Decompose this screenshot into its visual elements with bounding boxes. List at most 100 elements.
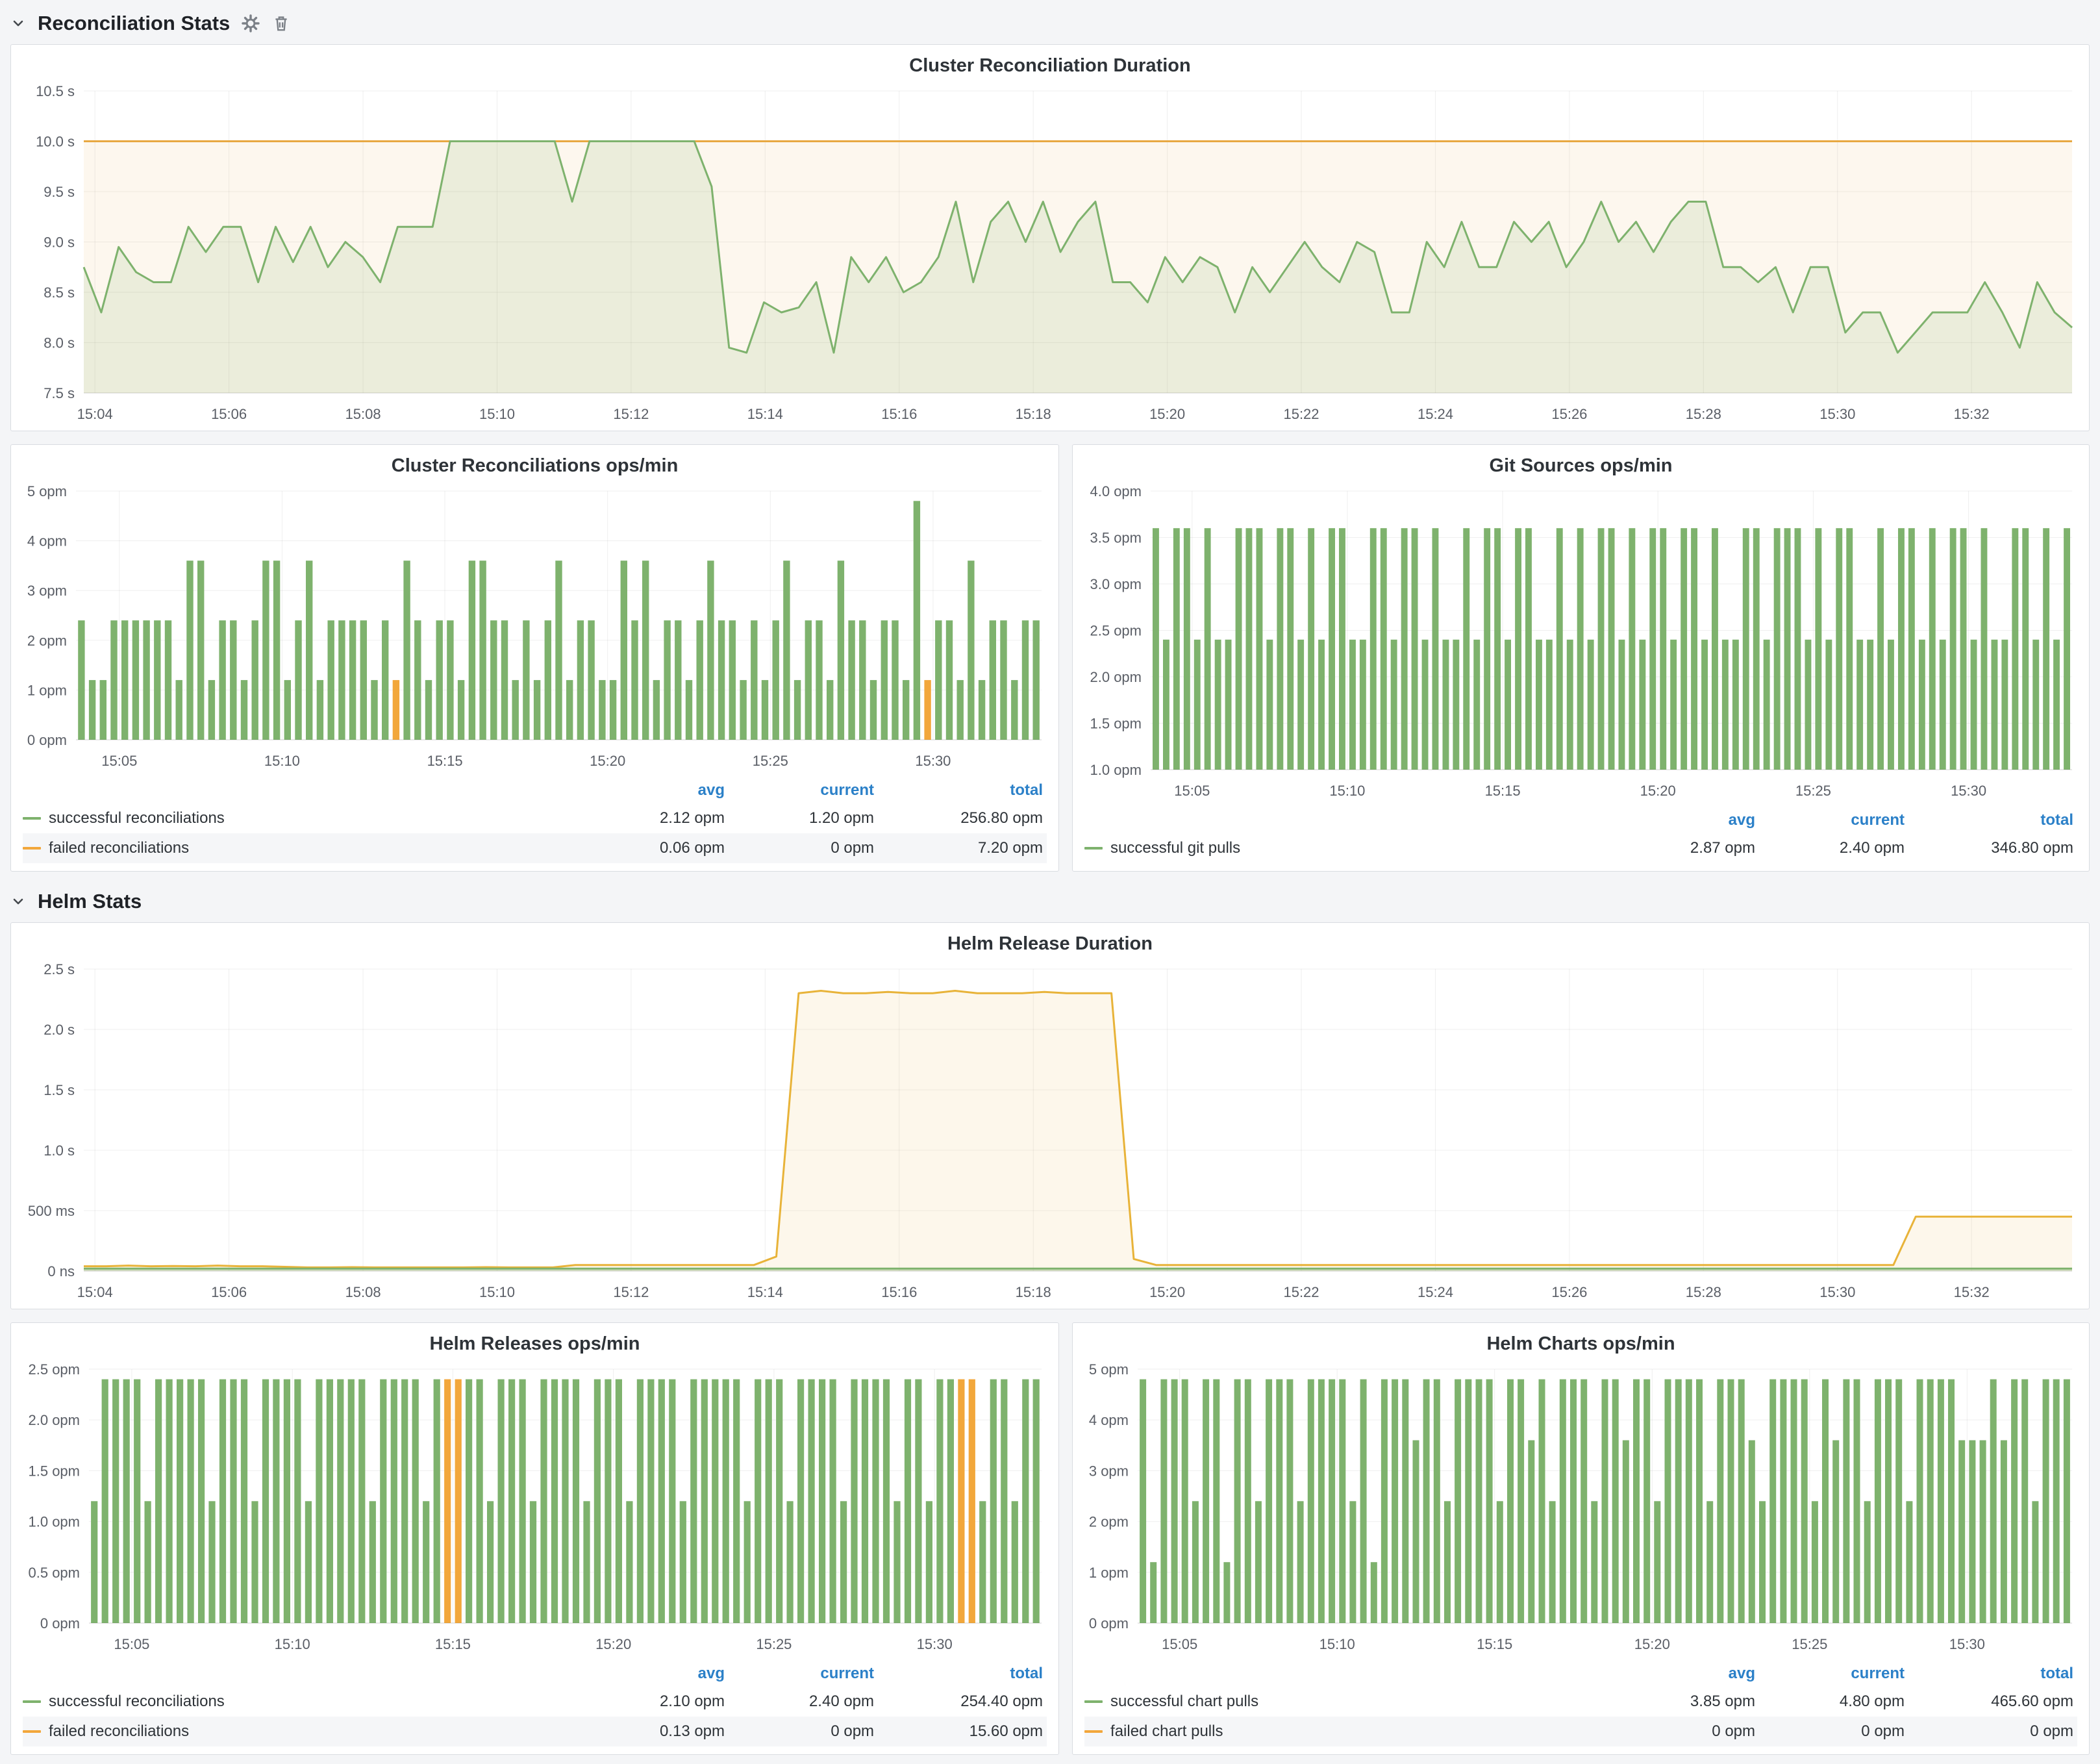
svg-text:2 opm: 2 opm xyxy=(27,633,67,649)
legend-series-name[interactable]: successful reconciliations xyxy=(23,1693,579,1711)
svg-text:9.0 s: 9.0 s xyxy=(44,234,75,251)
svg-text:15:26: 15:26 xyxy=(1551,1284,1587,1300)
legend-series-name[interactable]: successful chart pulls xyxy=(1084,1693,1610,1711)
svg-text:15:20: 15:20 xyxy=(1640,783,1676,799)
legend-value: 4.80 opm xyxy=(1759,1693,1908,1711)
panel-title[interactable]: Cluster Reconciliations ops/min xyxy=(11,445,1058,479)
svg-text:15:30: 15:30 xyxy=(915,753,951,769)
legend-sort-current[interactable]: current xyxy=(1759,1665,1908,1683)
legend-row: failed reconciliations0.13 opm0 opm15.60… xyxy=(23,1717,1047,1746)
svg-text:3.5 opm: 3.5 opm xyxy=(1090,530,1142,546)
legend-series-name[interactable]: failed reconciliations xyxy=(23,839,579,857)
legend-header-row: avgcurrenttotal xyxy=(1084,1661,2077,1687)
legend-row: successful reconciliations2.10 opm2.40 o… xyxy=(23,1687,1047,1717)
panel-title[interactable]: Helm Releases ops/min xyxy=(11,1323,1058,1357)
cluster-reconciliations-chart[interactable]: 0 opm1 opm2 opm3 opm4 opm5 opm15:0515:10… xyxy=(11,479,1058,777)
svg-text:15:32: 15:32 xyxy=(1954,1284,1990,1300)
legend-value: 0 opm xyxy=(1759,1722,1908,1741)
svg-text:15:08: 15:08 xyxy=(345,1284,381,1300)
svg-text:8.0 s: 8.0 s xyxy=(44,335,75,351)
legend-header-row: avgcurrenttotal xyxy=(23,777,1047,803)
legend-value: 256.80 opm xyxy=(878,809,1047,827)
panel-title[interactable]: Cluster Reconciliation Duration xyxy=(11,45,2089,79)
svg-text:15:20: 15:20 xyxy=(1634,1636,1670,1652)
svg-text:15:25: 15:25 xyxy=(753,753,788,769)
legend-value: 0.06 opm xyxy=(579,839,729,857)
series-color-swatch xyxy=(23,847,41,850)
series-color-swatch xyxy=(23,1700,41,1703)
svg-text:1 opm: 1 opm xyxy=(27,682,67,698)
legend-series-name[interactable]: failed reconciliations xyxy=(23,1722,579,1741)
section-title[interactable]: Helm Stats xyxy=(38,890,142,913)
legend-value: 254.40 opm xyxy=(878,1693,1047,1711)
svg-text:0 opm: 0 opm xyxy=(27,732,67,748)
svg-text:15:24: 15:24 xyxy=(1418,1284,1453,1300)
chevron-down-icon[interactable] xyxy=(10,16,26,31)
legend-sort-avg[interactable]: avg xyxy=(1610,1665,1759,1683)
legend-sort-avg[interactable]: avg xyxy=(1610,811,1759,829)
svg-text:1.0 opm: 1.0 opm xyxy=(1090,762,1142,778)
section-title[interactable]: Reconciliation Stats xyxy=(38,12,230,35)
section-header-helm-stats[interactable]: Helm Stats xyxy=(10,885,2090,918)
svg-text:10.5 s: 10.5 s xyxy=(36,83,75,99)
panel-helm-releases-opm: Helm Releases ops/min 0 opm0.5 opm1.0 op… xyxy=(10,1322,1059,1755)
svg-text:15:30: 15:30 xyxy=(1819,406,1855,422)
chevron-down-icon[interactable] xyxy=(10,894,26,909)
section-header-reconciliation-stats[interactable]: Reconciliation Stats xyxy=(10,6,2090,40)
svg-text:1.5 opm: 1.5 opm xyxy=(29,1463,81,1479)
trash-icon[interactable] xyxy=(271,14,291,33)
cluster-reconciliations-legend: avgcurrenttotal successful reconciliation… xyxy=(11,777,1058,871)
series-color-swatch xyxy=(1084,1700,1103,1703)
svg-text:15:26: 15:26 xyxy=(1551,406,1587,422)
helm-charts-chart[interactable]: 0 opm1 opm2 opm3 opm4 opm5 opm15:0515:10… xyxy=(1073,1357,2089,1661)
svg-text:15:15: 15:15 xyxy=(427,753,463,769)
gear-icon[interactable] xyxy=(240,13,261,34)
panel-title[interactable]: Helm Release Duration xyxy=(11,923,2089,957)
legend-sort-total[interactable]: total xyxy=(878,781,1047,800)
legend-sort-total[interactable]: total xyxy=(1908,1665,2077,1683)
helm-releases-chart[interactable]: 0 opm0.5 opm1.0 opm1.5 opm2.0 opm2.5 opm… xyxy=(11,1357,1058,1661)
legend-sort-total[interactable]: total xyxy=(1908,811,2077,829)
legend-sort-total[interactable]: total xyxy=(878,1665,1047,1683)
svg-text:15:20: 15:20 xyxy=(595,1636,631,1652)
svg-text:15:25: 15:25 xyxy=(1795,783,1831,799)
legend-series-name[interactable]: successful reconciliations xyxy=(23,809,579,827)
legend-sort-avg[interactable]: avg xyxy=(579,1665,729,1683)
panel-cluster-reconciliation-duration: Cluster Reconciliation Duration 7.5 s8.0… xyxy=(10,44,2090,431)
panel-helm-release-duration: Helm Release Duration 0 ns500 ms1.0 s1.5… xyxy=(10,922,2090,1309)
svg-text:15:18: 15:18 xyxy=(1016,406,1051,422)
svg-text:15:30: 15:30 xyxy=(917,1636,953,1652)
panel-title[interactable]: Git Sources ops/min xyxy=(1073,445,2089,479)
svg-text:0 opm: 0 opm xyxy=(1089,1615,1129,1632)
svg-text:15:25: 15:25 xyxy=(1792,1636,1827,1652)
legend-series-name[interactable]: failed chart pulls xyxy=(1084,1722,1610,1741)
svg-text:2.0 opm: 2.0 opm xyxy=(1090,669,1142,685)
svg-text:15:30: 15:30 xyxy=(1949,1636,1985,1652)
svg-text:15:06: 15:06 xyxy=(211,1284,247,1300)
svg-text:15:24: 15:24 xyxy=(1418,406,1453,422)
legend-sort-current[interactable]: current xyxy=(729,781,878,800)
panel-title[interactable]: Helm Charts ops/min xyxy=(1073,1323,2089,1357)
legend-series-name[interactable]: successful git pulls xyxy=(1084,839,1610,857)
dashboard: Reconciliation Stats Cluster Reconciliat xyxy=(0,0,2100,1763)
legend-sort-current[interactable]: current xyxy=(1759,811,1908,829)
svg-text:8.5 s: 8.5 s xyxy=(44,284,75,301)
helm-release-duration-chart[interactable]: 0 ns500 ms1.0 s1.5 s2.0 s2.5 s15:0415:06… xyxy=(11,957,2089,1309)
svg-text:15:10: 15:10 xyxy=(479,406,515,422)
legend-value: 0.13 opm xyxy=(579,1722,729,1741)
legend-sort-current[interactable]: current xyxy=(729,1665,878,1683)
git-sources-chart[interactable]: 1.0 opm1.5 opm2.0 opm2.5 opm3.0 opm3.5 o… xyxy=(1073,479,2089,807)
svg-text:2.0 s: 2.0 s xyxy=(44,1022,75,1038)
svg-text:1.5 s: 1.5 s xyxy=(44,1082,75,1098)
svg-text:10.0 s: 10.0 s xyxy=(36,134,75,150)
series-color-swatch xyxy=(1084,847,1103,850)
svg-text:15:22: 15:22 xyxy=(1283,406,1319,422)
legend-value: 465.60 opm xyxy=(1908,1693,2077,1711)
legend-value: 0 opm xyxy=(1908,1722,2077,1741)
svg-text:15:14: 15:14 xyxy=(747,1284,783,1300)
helm-charts-legend: avgcurrenttotalsuccessful chart pulls3.8… xyxy=(1073,1661,2089,1754)
series-color-swatch xyxy=(1084,1730,1103,1733)
legend-sort-avg[interactable]: avg xyxy=(579,781,729,800)
legend-value: 2.87 opm xyxy=(1610,839,1759,857)
cluster-reconciliation-duration-chart[interactable]: 7.5 s8.0 s8.5 s9.0 s9.5 s10.0 s10.5 s15:… xyxy=(11,79,2089,431)
